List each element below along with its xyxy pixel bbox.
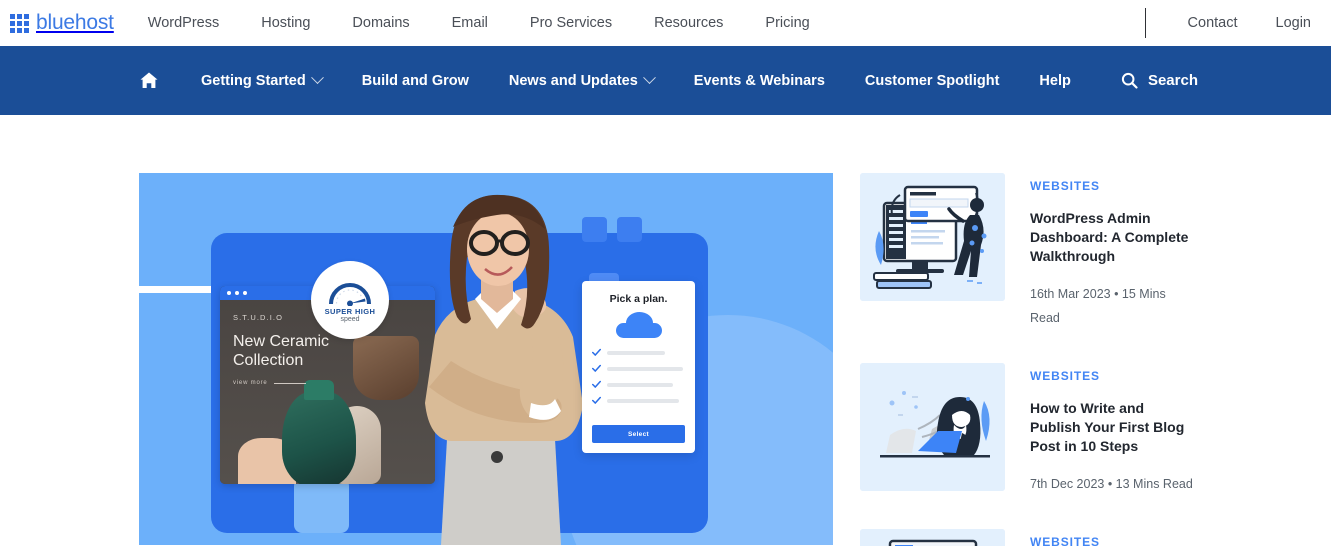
nav-item-help[interactable]: Help <box>1039 73 1070 89</box>
top-nav-item-pro-services[interactable]: Pro Services <box>530 9 612 37</box>
nav-item-getting-started[interactable]: Getting Started <box>201 71 324 89</box>
article-sidebar: WEBSITES WordPress Admin Dashboard: A Co… <box>860 173 1200 546</box>
hero-decorative-square <box>617 217 642 242</box>
page-body: S.T.U.D.I.O New Ceramic Collection view … <box>0 115 1331 546</box>
top-nav-item-pricing[interactable]: Pricing <box>765 9 809 37</box>
studio-headline-line2: Collection <box>233 352 304 369</box>
check-icon <box>592 396 601 404</box>
ceramic-vase-green <box>282 380 356 484</box>
speed-badge-line2: speed <box>340 315 360 323</box>
top-nav-item-email[interactable]: Email <box>452 9 488 37</box>
top-nav-item-domains[interactable]: Domains <box>352 9 409 37</box>
article-title[interactable]: WordPress Admin Dashboard: A Complete Wa… <box>1030 209 1195 266</box>
plan-feature-row <box>592 348 685 357</box>
top-nav-item-wordpress[interactable]: WordPress <box>148 9 219 37</box>
nav-item-label: Customer Spotlight <box>864 72 1000 89</box>
nav-item-label: Help <box>1039 72 1071 89</box>
nav-item-events-webinars[interactable]: Events & Webinars <box>694 73 825 89</box>
article-category[interactable]: WEBSITES <box>1030 369 1195 383</box>
article-category[interactable]: WEBSITES <box>1030 179 1195 193</box>
person-at-monitor-illustration <box>860 173 1005 301</box>
search-label: Search <box>1147 72 1198 89</box>
grid-squares-icon <box>10 13 29 33</box>
arrow-line-icon <box>273 382 306 384</box>
pick-a-plan-card[interactable]: Pick a plan. Select <box>582 281 695 453</box>
search-icon <box>1121 72 1138 89</box>
plan-feature-placeholder <box>607 366 683 371</box>
article-date: 16th Mar 2023 • 15 Mins Read <box>1030 287 1166 325</box>
article-meta: WEBSITES How to Write and Publish Your F… <box>1030 363 1195 496</box>
article-title[interactable]: How to Write and Publish Your First Blog… <box>1030 399 1195 456</box>
article-card[interactable]: WEBSITES WordPress Admin Dashboard: A Co… <box>860 173 1200 330</box>
woman-with-laptop-illustration <box>860 363 1005 491</box>
nav-item-label: Build and Grow <box>361 72 469 89</box>
nav-item-customer-spotlight[interactable]: Customer Spotlight <box>865 73 1000 89</box>
article-card[interactable]: WEBSITES How to Write and Publish Your F… <box>860 363 1200 496</box>
plan-card-title: Pick a plan. <box>609 293 668 305</box>
check-icon <box>592 348 601 356</box>
top-bar-right-group: Contact Login <box>1144 8 1311 38</box>
logo-text: bluehost <box>36 11 114 34</box>
woman-photo <box>425 194 583 545</box>
studio-brand-label: S.T.U.D.I.O <box>233 313 284 322</box>
check-icon <box>592 380 601 388</box>
article-thumbnail[interactable] <box>860 173 1005 301</box>
hero-banner[interactable]: S.T.U.D.I.O New Ceramic Collection view … <box>139 173 833 545</box>
super-high-speed-badge: SUPER HIGH speed <box>311 261 389 339</box>
speedometer-icon <box>329 282 371 306</box>
hero-decorative-square <box>294 478 349 533</box>
cloud-icon <box>615 312 662 338</box>
home-icon[interactable] <box>139 71 159 90</box>
studio-view-more-link: view more <box>233 380 306 386</box>
article-meta: WEBSITES <box>1030 529 1195 546</box>
select-plan-button[interactable]: Select <box>592 425 685 443</box>
plan-feature-row <box>592 380 685 389</box>
check-icon <box>592 364 601 372</box>
chevron-down-icon <box>310 71 324 85</box>
top-utility-bar: bluehost WordPress Hosting Domains Email… <box>0 0 1331 46</box>
dashboard-screens-illustration <box>860 529 1005 546</box>
search-button[interactable]: Search <box>1121 72 1198 89</box>
nav-item-label: Events & Webinars <box>693 72 825 89</box>
article-category[interactable]: WEBSITES <box>1030 535 1195 546</box>
top-nav-item-hosting[interactable]: Hosting <box>261 9 310 37</box>
nav-item-build-and-grow[interactable]: Build and Grow <box>362 73 469 89</box>
vertical-divider <box>1144 8 1146 38</box>
bluehost-logo[interactable]: bluehost <box>8 11 114 35</box>
chevron-down-icon <box>642 71 656 85</box>
studio-headline-line1: New Ceramic <box>233 333 330 350</box>
plan-feature-placeholder <box>607 382 673 387</box>
nav-item-label: Getting Started <box>201 72 306 89</box>
nav-item-label: News and Updates <box>508 72 638 89</box>
studio-view-more-label: view more <box>233 380 268 386</box>
plan-feature-placeholder <box>607 350 665 355</box>
article-card[interactable]: WEBSITES <box>860 529 1200 546</box>
main-navigation-bar: Getting Started Build and Grow News and … <box>0 46 1331 115</box>
plan-feature-row <box>592 364 685 373</box>
article-meta: WEBSITES WordPress Admin Dashboard: A Co… <box>1030 173 1195 330</box>
studio-headline: New Ceramic Collection <box>233 332 329 370</box>
primary-utility-nav: WordPress Hosting Domains Email Pro Serv… <box>148 9 810 37</box>
contact-link[interactable]: Contact <box>1188 15 1238 31</box>
nav-item-news-and-updates[interactable]: News and Updates <box>508 71 656 89</box>
article-thumbnail[interactable] <box>860 363 1005 491</box>
speed-badge-line1: SUPER HIGH <box>324 306 376 316</box>
article-thumbnail[interactable] <box>860 529 1005 546</box>
plan-feature-placeholder <box>607 398 679 403</box>
article-date: 7th Dec 2023 • 13 Mins Read <box>1030 477 1193 491</box>
top-nav-item-resources[interactable]: Resources <box>654 9 723 37</box>
login-link[interactable]: Login <box>1276 15 1311 31</box>
plan-feature-row <box>592 396 685 405</box>
